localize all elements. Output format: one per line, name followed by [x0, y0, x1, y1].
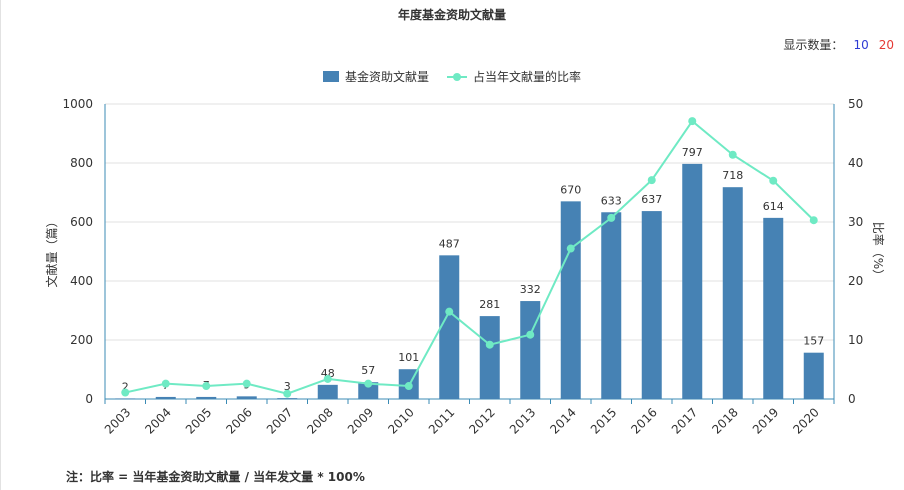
bar: [560, 201, 581, 399]
x-tick-label: 2011: [426, 405, 457, 436]
bar: [722, 187, 743, 399]
chart-plot: 0 200 400 600 800 1000 0 10 20 30 40 50 文献量（篇） 比率（%） 2…: [44, 97, 886, 437]
bar: [601, 212, 622, 399]
bar: [115, 398, 136, 399]
x-tick-label: 2013: [507, 405, 538, 436]
x-tick-label: 2019: [750, 405, 781, 436]
x-tick-label: 2006: [223, 405, 254, 436]
y-right-tick-label: 10: [848, 333, 863, 347]
x-tick-label: 2020: [790, 405, 821, 436]
y-left-tick-label: 0: [85, 392, 93, 406]
bar-value-label: 101: [398, 351, 419, 364]
bar: [155, 396, 176, 399]
ratio-point: [404, 382, 413, 391]
ratio-point: [688, 117, 697, 126]
ratio-point: [445, 307, 454, 316]
x-tick-label: 2008: [304, 405, 335, 436]
ratio-point: [485, 340, 494, 349]
footnote: 注：比率 = 当年基金资助文献量 / 当年发文量 * 100%: [66, 470, 365, 484]
ratio-point: [607, 213, 616, 222]
x-tick-label: 2003: [102, 405, 133, 436]
x-tick-label: 2014: [547, 405, 578, 436]
x-tick-label: 2016: [628, 405, 659, 436]
bar-value-label: 57: [361, 364, 375, 377]
bar: [439, 255, 460, 399]
y-left-tick-label: 200: [70, 333, 93, 347]
ratio-point: [121, 388, 130, 397]
bar-value-label: 670: [560, 183, 581, 196]
bar: [317, 384, 338, 399]
bar: [236, 396, 257, 399]
bar-value-label: 332: [520, 283, 541, 296]
ratio-line: [125, 119, 815, 395]
x-tick-label: 2004: [142, 405, 173, 436]
ratio-point: [728, 150, 737, 159]
y-right-axis-title: 比率（%）: [871, 222, 886, 281]
y-right-tick-label: 50: [848, 97, 863, 111]
ratio-point: [809, 216, 818, 225]
y-right-tick-label: 30: [848, 215, 863, 229]
x-tick-label: 2010: [385, 405, 416, 436]
ratio-point: [242, 379, 251, 388]
x-tick-label: 2017: [669, 405, 700, 436]
bar-value-label: 633: [601, 194, 622, 207]
bar-value-label: 487: [439, 237, 460, 250]
bar: [520, 301, 541, 399]
ratio-point: [161, 379, 170, 388]
x-tick-label: 2009: [345, 405, 376, 436]
y-left-tick-label: 1000: [62, 97, 93, 111]
x-tick-label: 2012: [466, 405, 497, 436]
x-tick-label: 2007: [264, 405, 295, 436]
ratio-point: [769, 176, 778, 185]
ratio-point: [647, 176, 656, 185]
bar-value-label: 614: [763, 200, 784, 213]
y-right-tick-label: 0: [848, 392, 856, 406]
ratio-point: [323, 374, 332, 383]
bar: [277, 398, 298, 399]
bar: [641, 211, 662, 399]
bar-value-label: 157: [803, 335, 824, 348]
bar: [682, 163, 703, 399]
bar: [196, 396, 217, 399]
y-right-tick-label: 40: [848, 156, 863, 170]
y-left-axis-title: 文献量（篇）: [44, 215, 59, 287]
x-tick-label: 2005: [183, 405, 214, 436]
bar: [479, 316, 500, 399]
ratio-point: [283, 389, 292, 398]
y-left-tick-label: 800: [70, 156, 93, 170]
bar: [803, 352, 824, 399]
x-tick-label: 2018: [709, 405, 740, 436]
ratio-point: [364, 379, 373, 388]
y-left-tick-label: 600: [70, 215, 93, 229]
ratio-point: [202, 382, 211, 391]
y-right-tick-label: 20: [848, 274, 863, 288]
bar-value-label: 281: [479, 298, 500, 311]
bar-value-label: 637: [641, 193, 662, 206]
x-tick-label: 2015: [588, 405, 619, 436]
y-left-tick-label: 400: [70, 274, 93, 288]
ratio-point: [526, 330, 535, 339]
bar: [763, 217, 784, 399]
bar-value-label: 797: [682, 146, 703, 159]
ratio-point: [566, 244, 575, 253]
bar-value-label: 718: [722, 169, 743, 182]
